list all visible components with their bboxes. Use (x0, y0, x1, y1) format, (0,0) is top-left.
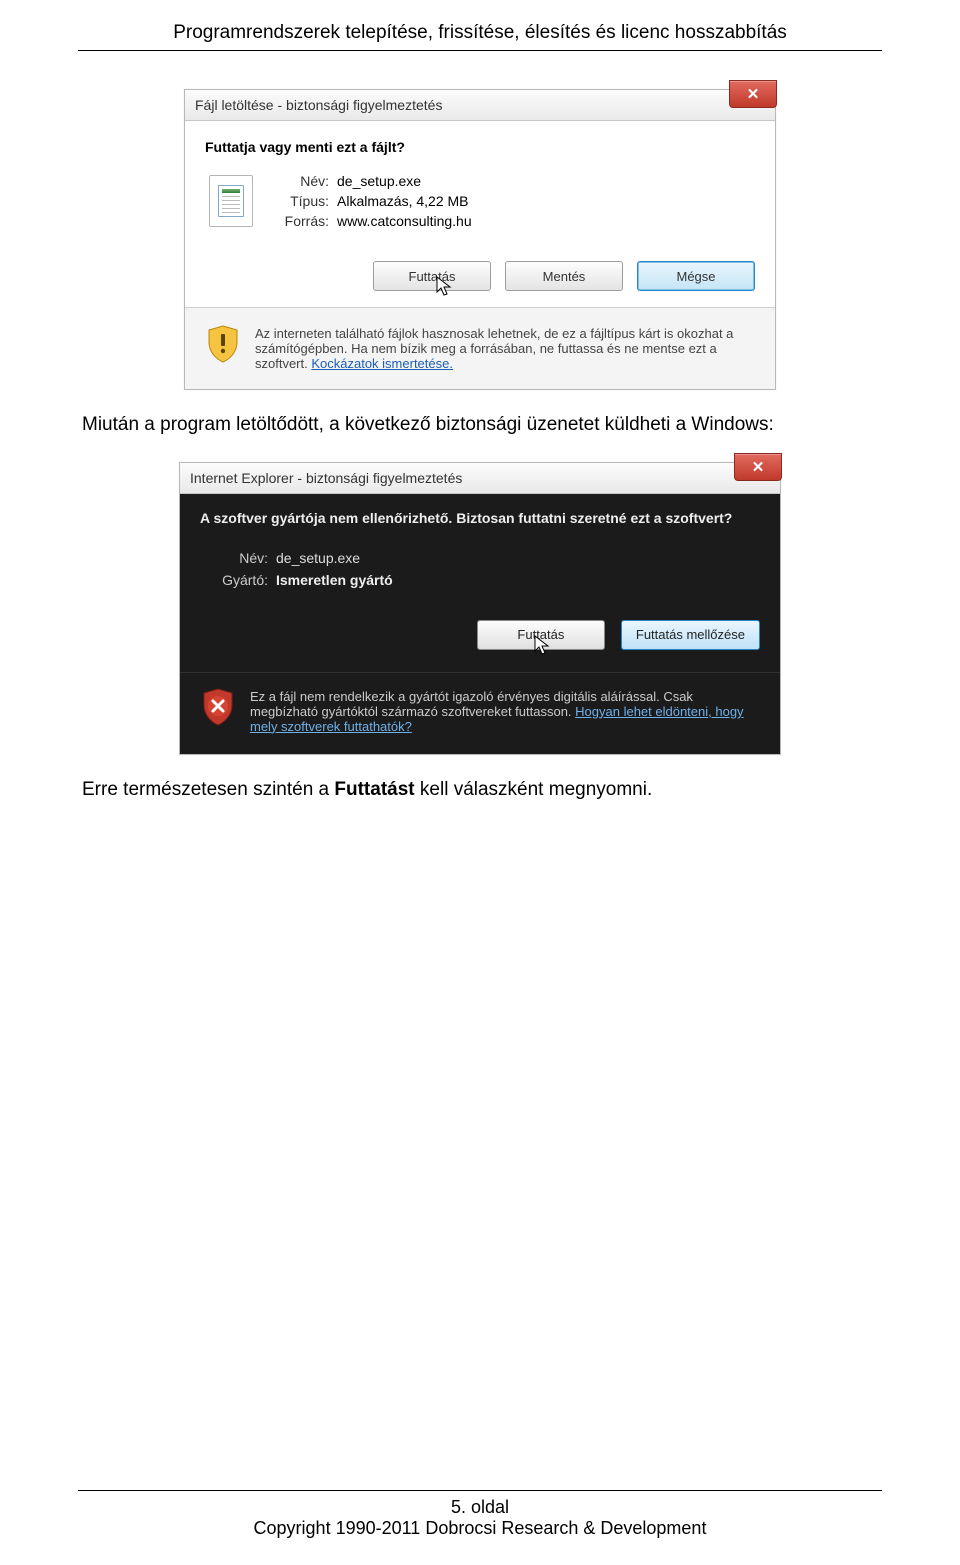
close-icon: ✕ (752, 458, 765, 476)
close-button[interactable]: ✕ (729, 80, 777, 108)
page-header-title: Programrendszerek telepítése, frissítése… (78, 22, 882, 44)
dialog1-title: Fájl letöltése - biztonsági figyelmeztet… (195, 97, 442, 113)
download-security-dialog: Fájl letöltése - biztonsági figyelmeztet… (184, 89, 776, 390)
body-text-1: Miután a program letöltődött, a következ… (82, 412, 878, 438)
dialog1-info: Név: de_setup.exe Típus: Alkalmazás, 4,22 … (205, 173, 755, 233)
dialog1-warning-text: Az interneten található fájlok hasznosak… (255, 326, 755, 371)
type-value: Alkalmazás, 4,22 MB (337, 193, 469, 209)
dialog2-warning-text: Ez a fájl nem rendelkezik a gyártót igaz… (250, 689, 760, 734)
run-button[interactable]: Futtatás (373, 261, 491, 291)
dialog2-warning-area: Ez a fájl nem rendelkezik a gyártót igaz… (180, 672, 780, 754)
text2-bold: Futtatást (334, 779, 414, 800)
skip-label: Futtatás mellőzése (636, 627, 745, 642)
cancel-label: Mégse (676, 269, 715, 284)
dialog1-meta: Név: de_setup.exe Típus: Alkalmazás, 4,22 … (271, 173, 472, 233)
dialog2-body: A szoftver gyártója nem ellenőrizhető. B… (180, 494, 780, 754)
save-label: Mentés (543, 269, 586, 284)
dialog2-title: Internet Explorer - biztonsági figyelmez… (190, 470, 462, 486)
name-label: Név: (208, 550, 268, 566)
footer-rule (78, 1490, 882, 1491)
close-icon: ✕ (747, 85, 760, 103)
run-label: Futtatás (517, 627, 564, 642)
risk-link[interactable]: Kockázatok ismertetése. (311, 356, 453, 371)
type-label: Típus: (271, 193, 329, 209)
source-label: Forrás: (271, 213, 329, 229)
dialog1-prompt: Futtatja vagy menti ezt a fájlt? (205, 139, 755, 155)
file-icon (209, 175, 253, 227)
header-rule (78, 50, 882, 51)
page-footer: 5. oldal Copyright 1990-2011 Dobrocsi Re… (78, 1490, 882, 1539)
text2-post: kell válaszként megnyomni. (415, 779, 653, 800)
dialog2-prompt: A szoftver gyártója nem ellenőrizhető. B… (180, 494, 780, 542)
ie-security-dialog: Internet Explorer - biztonsági figyelmez… (179, 462, 781, 755)
dialog1-buttons: Futtatás Mentés Mégse (185, 243, 775, 307)
vendor-label: Gyártó: (208, 572, 268, 588)
source-value: www.catconsulting.hu (337, 213, 472, 229)
save-button[interactable]: Mentés (505, 261, 623, 291)
shield-warning-icon (205, 326, 241, 362)
skip-run-button[interactable]: Futtatás mellőzése (621, 620, 760, 650)
page-number: 5. oldal (78, 1497, 882, 1518)
cancel-button[interactable]: Mégse (637, 261, 755, 291)
shield-error-icon (200, 689, 236, 725)
name-value: de_setup.exe (276, 550, 360, 566)
run-label: Futtatás (409, 269, 456, 284)
name-label: Név: (271, 173, 329, 189)
body-text-2: Erre természetesen szintén a Futtatást k… (82, 777, 878, 803)
name-value: de_setup.exe (337, 173, 421, 189)
dialog2-titlebar: Internet Explorer - biztonsági figyelmez… (180, 463, 780, 494)
dialog2-buttons: Futtatás Futtatás mellőzése (180, 598, 780, 672)
vendor-value: Ismeretlen gyártó (276, 572, 393, 588)
dialog1-body: Futtatja vagy menti ezt a fájlt? Név: de_… (185, 121, 775, 243)
text2-pre: Erre természetesen szintén a (82, 779, 334, 800)
dialog1-warning-area: Az interneten található fájlok hasznosak… (185, 307, 775, 389)
dialog1-titlebar: Fájl letöltése - biztonsági figyelmeztet… (185, 90, 775, 121)
copyright: Copyright 1990-2011 Dobrocsi Research & … (78, 1518, 882, 1539)
run-button[interactable]: Futtatás (477, 620, 605, 650)
close-button[interactable]: ✕ (734, 453, 782, 481)
dialog2-meta: Név: de_setup.exe Gyártó: Ismeretlen gyárt… (180, 542, 780, 598)
